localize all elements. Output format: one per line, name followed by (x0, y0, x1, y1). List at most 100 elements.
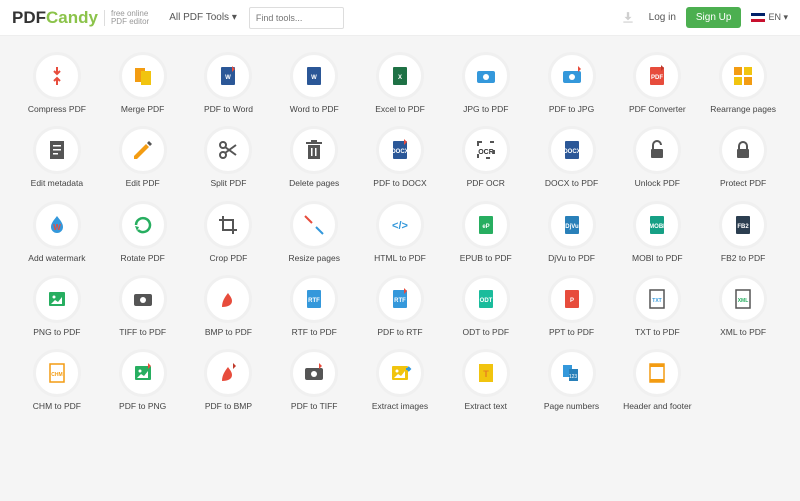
word-dl-icon: W (204, 52, 252, 100)
tool-xml-to-pdf[interactable]: XMLXML to PDF (700, 269, 786, 343)
tool-page-numbers[interactable]: 123 Page numbers (529, 343, 615, 417)
tool-label: PDF to DOCX (373, 179, 426, 188)
tool-rearrange-pages[interactable]: Rearrange pages (700, 46, 786, 120)
tool-label: JPG to PDF (463, 105, 508, 114)
svg-text:123: 123 (568, 374, 577, 380)
svg-text:</>: </> (392, 220, 408, 232)
compress-icon (33, 52, 81, 100)
odt-icon: ODT (462, 275, 510, 323)
tool-resize-pages[interactable]: Resize pages (271, 195, 357, 269)
html-icon: </> (376, 201, 424, 249)
svg-text:DjVu: DjVu (565, 224, 579, 230)
tool-odt-to-pdf[interactable]: ODTODT to PDF (443, 269, 529, 343)
tool-bmp-to-pdf[interactable]: BMP to PDF (186, 269, 272, 343)
tool-label: Merge PDF (121, 105, 164, 114)
metadata-icon (33, 126, 81, 174)
excel-icon: X (376, 52, 424, 100)
tool-label: DOCX to PDF (545, 179, 598, 188)
tool-add-watermark[interactable]: WAdd watermark (14, 195, 100, 269)
tool-tiff-to-pdf[interactable]: TIFF to PDF (100, 269, 186, 343)
tool-edit-pdf[interactable]: Edit PDF (100, 120, 186, 194)
tool-pdf-to-tiff[interactable]: PDF to TIFF (271, 343, 357, 417)
tool-label: Protect PDF (720, 179, 766, 188)
tool-extract-images[interactable]: Extract images (357, 343, 443, 417)
tool-pdf-to-jpg[interactable]: PDF to JPG (529, 46, 615, 120)
tool-label: PDF Converter (629, 105, 686, 114)
signup-button[interactable]: Sign Up (686, 7, 742, 28)
pencil-icon (119, 126, 167, 174)
tool-epub-to-pdf[interactable]: ePEPUB to PDF (443, 195, 529, 269)
tool-pdf-to-png[interactable]: PDF to PNG (100, 343, 186, 417)
tool-word-to-pdf[interactable]: WWord to PDF (271, 46, 357, 120)
tool-header-footer[interactable]: Header and footer (614, 343, 700, 417)
tool-label: RTF to PDF (292, 328, 337, 337)
tool-pdf-to-bmp[interactable]: PDF to BMP (186, 343, 272, 417)
tool-pdf-to-word[interactable]: WPDF to Word (186, 46, 272, 120)
tool-label: Page numbers (544, 402, 599, 411)
tool-pdf-to-rtf[interactable]: RTF PDF to RTF (357, 269, 443, 343)
tool-png-to-pdf[interactable]: PNG to PDF (14, 269, 100, 343)
tool-compress-pdf[interactable]: Compress PDF (14, 46, 100, 120)
rearrange-icon (719, 52, 767, 100)
tool-rtf-to-pdf[interactable]: RTFRTF to PDF (271, 269, 357, 343)
tool-mobi-to-pdf[interactable]: MOBI MOBI to PDF (614, 195, 700, 269)
svg-text:TXT: TXT (653, 298, 662, 304)
lock-icon (719, 126, 767, 174)
bmp-dl-icon (204, 349, 252, 397)
trash-icon (290, 126, 338, 174)
tool-merge-pdf[interactable]: Merge PDF (100, 46, 186, 120)
tool-label: PDF OCR (467, 179, 505, 188)
tool-jpg-to-pdf[interactable]: JPG to PDF (443, 46, 529, 120)
svg-text:T: T (483, 369, 489, 379)
search-input[interactable] (249, 7, 344, 29)
tool-edit-metadata[interactable]: Edit metadata (14, 120, 100, 194)
all-tools-dropdown[interactable]: All PDF Tools ▾ (169, 12, 237, 23)
tool-docx-to-pdf[interactable]: DOCXDOCX to PDF (529, 120, 615, 194)
language-selector[interactable]: EN ▾ (751, 12, 788, 23)
tool-label: PDF to RTF (377, 328, 422, 337)
tool-label: PDF to TIFF (291, 402, 338, 411)
tool-pdf-to-docx[interactable]: DOCX PDF to DOCX (357, 120, 443, 194)
tool-label: FB2 to PDF (721, 254, 765, 263)
extract-txt-icon: T (462, 349, 510, 397)
png-icon (33, 275, 81, 323)
tool-ppt-to-pdf[interactable]: P PPT to PDF (529, 269, 615, 343)
svg-text:P: P (570, 298, 574, 304)
download-icon[interactable] (621, 11, 635, 25)
headfoot-icon (633, 349, 681, 397)
tool-rotate-pdf[interactable]: Rotate PDF (100, 195, 186, 269)
crop-icon (204, 201, 252, 249)
docx-dl-icon: DOCX (376, 126, 424, 174)
tiff-dl-icon (290, 349, 338, 397)
tool-delete-pages[interactable]: Delete pages (271, 120, 357, 194)
tool-pdf-ocr[interactable]: OCR PDF OCR (443, 120, 529, 194)
tool-chm-to-pdf[interactable]: CHMCHM to PDF (14, 343, 100, 417)
tool-protect-pdf[interactable]: Protect PDF (700, 120, 786, 194)
mobi-icon: MOBI (633, 201, 681, 249)
tool-crop-pdf[interactable]: Crop PDF (186, 195, 272, 269)
tool-label: PDF to BMP (205, 402, 252, 411)
tool-label: Extract images (372, 402, 428, 411)
tagline: free onlinePDF editor (104, 10, 149, 26)
tool-label: MOBI to PDF (632, 254, 683, 263)
svg-text:FB2: FB2 (737, 224, 749, 230)
tool-label: PPT to PDF (549, 328, 594, 337)
tool-html-to-pdf[interactable]: </>HTML to PDF (357, 195, 443, 269)
tool-split-pdf[interactable]: Split PDF (186, 120, 272, 194)
svg-text:RTF: RTF (394, 298, 406, 304)
logo[interactable]: PDFCandy (12, 8, 98, 28)
tool-pdf-converter[interactable]: PDFPDF Converter (614, 46, 700, 120)
tool-label: CHM to PDF (33, 402, 81, 411)
ocr-icon: OCR (462, 126, 510, 174)
epub-icon: eP (462, 201, 510, 249)
tool-txt-to-pdf[interactable]: TXTTXT to PDF (614, 269, 700, 343)
tool-djvu-to-pdf[interactable]: DjVuDjVu to PDF (529, 195, 615, 269)
tool-fb2-to-pdf[interactable]: FB2 FB2 to PDF (700, 195, 786, 269)
tool-label: Delete pages (289, 179, 339, 188)
tool-label: Resize pages (288, 254, 340, 263)
login-link[interactable]: Log in (649, 12, 676, 23)
tool-unlock-pdf[interactable]: Unlock PDF (614, 120, 700, 194)
tool-extract-text[interactable]: TExtract text (443, 343, 529, 417)
svg-text:MOBI: MOBI (649, 224, 665, 230)
tool-excel-to-pdf[interactable]: XExcel to PDF (357, 46, 443, 120)
